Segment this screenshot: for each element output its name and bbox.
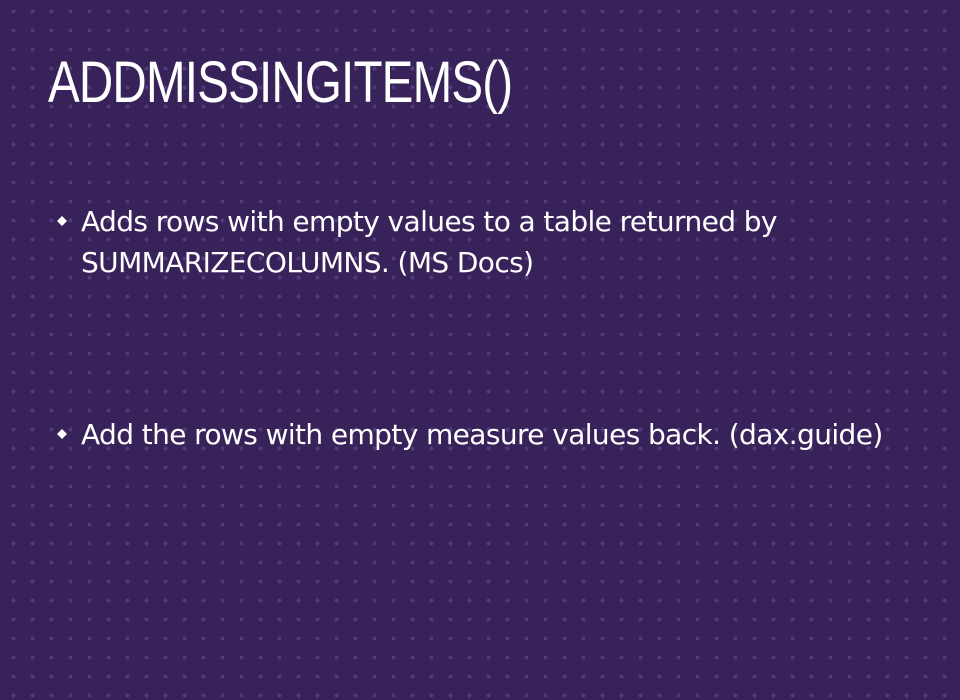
slide-title: ADDMISSINGITEMS() <box>48 50 513 115</box>
bullet-text: Adds rows with empty values to a table r… <box>81 205 777 279</box>
bullet-item: Adds rows with empty values to a table r… <box>56 201 906 283</box>
diamond-bullet-icon <box>57 429 67 439</box>
bullet-item: Add the rows with empty measure values b… <box>56 414 906 455</box>
diamond-bullet-icon <box>57 216 67 226</box>
slide: ADDMISSINGITEMS() Adds rows with empty v… <box>0 0 960 700</box>
bullet-text: Add the rows with empty measure values b… <box>81 418 883 451</box>
